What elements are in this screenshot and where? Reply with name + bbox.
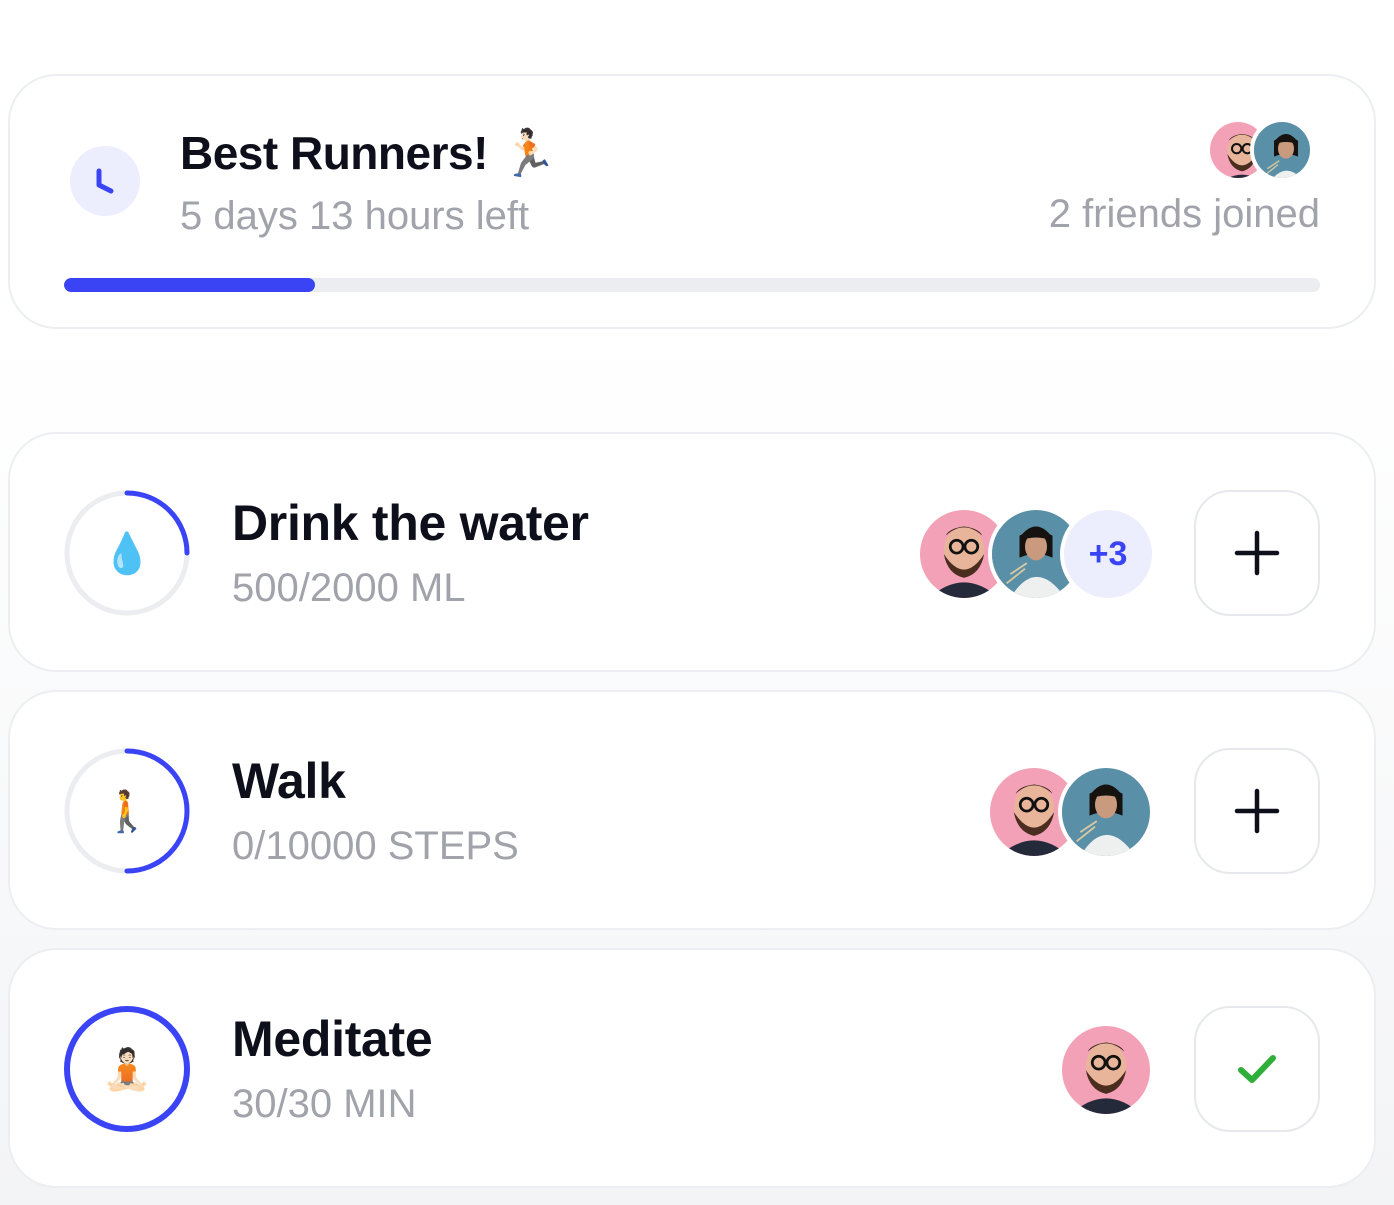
avatar-woman: [1250, 118, 1314, 182]
challenge-title: Best Runners! 🏃🏻: [180, 127, 557, 179]
habit-participants: [986, 764, 1156, 860]
habit-title: Meditate: [232, 1011, 433, 1067]
habit-progress-text: 0/10000 STEPS: [232, 824, 519, 868]
walking-person-icon: 🚶: [102, 789, 152, 834]
habit-tracker-page: Best Runners! 🏃🏻 5 days 13 hours left 2 …: [0, 0, 1394, 1205]
challenge-progress-bar: [64, 278, 1320, 292]
done-button[interactable]: [1194, 1006, 1320, 1132]
habit-card-drink-water[interactable]: 💧 Drink the water 500/2000 ML +3: [8, 432, 1376, 672]
habit-title: Walk: [232, 753, 346, 809]
habit-card-meditate[interactable]: 🧘🏻 Meditate 30/30 MIN: [8, 948, 1376, 1188]
habit-title: Drink the water: [232, 495, 589, 551]
habit-progress-text: 500/2000 ML: [232, 566, 466, 610]
more-participants-badge[interactable]: +3: [1060, 506, 1156, 602]
challenge-progress-fill: [64, 278, 316, 292]
add-button[interactable]: [1194, 748, 1320, 874]
clock-icon: [70, 146, 140, 216]
challenge-participants: [1206, 118, 1318, 182]
avatar-woman: [1058, 764, 1154, 860]
avatar-bearded-man: [1058, 1022, 1154, 1118]
add-button[interactable]: [1194, 490, 1320, 616]
plus-icon: [1234, 788, 1280, 834]
checkmark-icon: [1238, 1055, 1276, 1083]
habit-participants: +3: [916, 506, 1156, 602]
habit-participants: [1058, 1022, 1154, 1118]
challenge-time-left: 5 days 13 hours left: [180, 194, 530, 238]
challenge-card[interactable]: Best Runners! 🏃🏻 5 days 13 hours left 2 …: [8, 74, 1376, 329]
habit-progress-text: 30/30 MIN: [232, 1082, 417, 1126]
meditation-icon: 🧘🏻: [102, 1047, 152, 1092]
friends-joined-label: 2 friends joined: [1048, 192, 1320, 236]
habit-progress-ring: 🧘🏻: [62, 1004, 192, 1134]
water-drop-icon: 💧: [102, 531, 152, 576]
habit-progress-ring: 💧: [62, 488, 192, 618]
habit-card-walk[interactable]: 🚶 Walk 0/10000 STEPS: [8, 690, 1376, 930]
habit-progress-ring: 🚶: [62, 746, 192, 876]
plus-icon: [1234, 530, 1280, 576]
